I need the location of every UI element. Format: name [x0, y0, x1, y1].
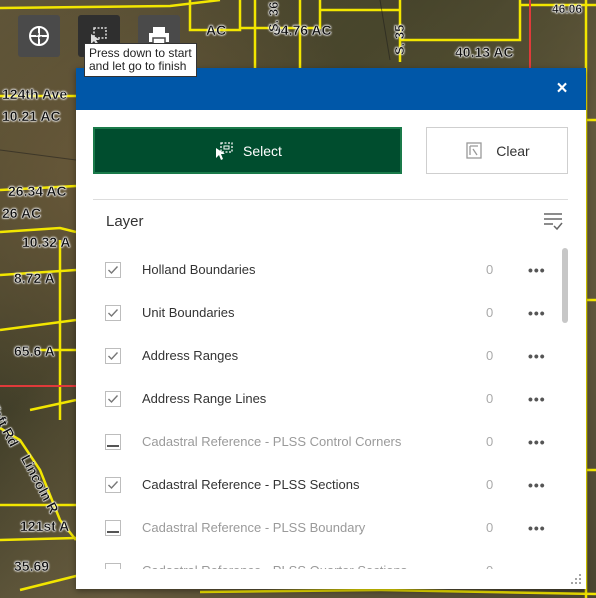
checkbox-checked[interactable]	[105, 304, 121, 321]
layer-row[interactable]: Address Range Lines 0 •••	[93, 377, 558, 420]
layer-selection-count: 0	[486, 520, 494, 535]
map-label-acreage: 26 AC	[2, 205, 42, 221]
checkbox-checked[interactable]	[105, 476, 121, 493]
checkbox-checked[interactable]	[105, 390, 121, 407]
layer-name: Cadastral Reference - PLSS Sections	[142, 477, 360, 492]
select-button-label: Select	[243, 142, 282, 159]
map-label-acreage: 10.32 A	[22, 234, 71, 250]
checkbox-unchecked[interactable]	[105, 519, 121, 536]
layer-selection-count: 0	[486, 391, 494, 406]
map-label-street: 124th Ave	[2, 86, 68, 102]
layers-icon	[29, 26, 49, 46]
layer-list: Holland Boundaries 0 ••• Unit Boundaries 0 ••…	[93, 248, 563, 569]
more-options-icon[interactable]: •••	[528, 520, 546, 536]
more-options-icon[interactable]: •••	[528, 348, 546, 364]
close-button[interactable]: ×	[552, 79, 572, 99]
checkbox-checked[interactable]	[105, 261, 121, 278]
layer-row[interactable]: Cadastral Reference - PLSS Sections 0 •••	[93, 463, 558, 506]
checkmark-icon	[108, 351, 119, 360]
layer-selection-count: 0	[486, 305, 494, 320]
layer-selection-count: 0	[486, 434, 494, 449]
checkmark-icon	[108, 480, 119, 489]
more-options-icon[interactable]: •••	[528, 477, 546, 493]
layer-list-scrollbar[interactable]	[562, 248, 568, 564]
scroll-thumb[interactable]	[562, 248, 568, 323]
layers-tool-button[interactable]	[18, 15, 60, 57]
layer-name: Cadastral Reference - PLSS Control Corne…	[142, 434, 402, 449]
select-panel: × Select Clear Layer Holland Boundaries 0…	[76, 68, 586, 589]
more-options-icon[interactable]: •••	[528, 434, 546, 450]
layer-name: Holland Boundaries	[142, 262, 256, 277]
more-options-icon[interactable]: •••	[528, 563, 546, 570]
map-label-acreage: 35.69	[14, 558, 50, 574]
select-rectangle-icon	[216, 141, 233, 160]
checkmark-icon	[108, 265, 119, 274]
map-label-acreage: 40.13 AC	[455, 44, 514, 60]
layer-row[interactable]: Holland Boundaries 0 •••	[93, 248, 558, 291]
map-label-acreage: AC	[206, 22, 227, 38]
select-tool-tooltip: Press down to start and let go to finish	[84, 43, 197, 77]
map-label-acreage: 65.6 A	[14, 343, 55, 359]
empty-checkbox-icon	[107, 444, 119, 447]
map-label-street: 121st A	[20, 518, 70, 534]
map-label-street: S. 35	[392, 24, 407, 55]
layer-selection-count: 0	[486, 262, 494, 277]
layer-row[interactable]: Cadastral Reference - PLSS Control Corne…	[93, 420, 558, 463]
layer-row[interactable]: Address Ranges 0 •••	[93, 334, 558, 377]
map-label-acreage: 10.21 AC	[2, 108, 61, 124]
close-icon: ×	[556, 78, 568, 99]
checkbox-checked[interactable]	[105, 347, 121, 364]
layer-selection-count: 0	[486, 348, 494, 363]
more-options-icon[interactable]: •••	[528, 305, 546, 321]
clear-button-label: Clear	[496, 142, 530, 159]
empty-checkbox-icon	[106, 564, 120, 570]
layer-name: Address Ranges	[142, 348, 239, 363]
layer-selection-count: 0	[486, 477, 494, 492]
layer-selection-count: 0	[486, 563, 493, 569]
clear-selection-icon	[466, 141, 482, 159]
filter-list-icon[interactable]	[542, 211, 564, 231]
map-label-acreage: 26.34 AC	[8, 183, 67, 199]
resize-handle-icon[interactable]	[570, 573, 582, 585]
layer-row[interactable]: Cadastral Reference - PLSS Boundary 0 •••	[93, 506, 558, 549]
divider	[93, 199, 568, 200]
map-label-acreage: 8.72 A	[14, 270, 55, 286]
layer-row[interactable]: Unit Boundaries 0 •••	[93, 291, 558, 334]
layer-name: Cadastral Reference - PLSS Boundary	[142, 520, 366, 535]
map-label-street: S. 36	[266, 1, 281, 32]
empty-checkbox-icon	[107, 530, 119, 533]
layer-name: Cadastral Reference - PLSS Quarter Secti…	[142, 563, 407, 569]
layer-name: Unit Boundaries	[142, 305, 235, 320]
layer-row[interactable]: Cadastral Reference - PLSS Quarter Secti…	[93, 549, 558, 569]
map-label-acreage: 94.76 AC	[273, 22, 332, 38]
more-options-icon[interactable]: •••	[528, 262, 546, 278]
checkbox-unchecked[interactable]	[105, 562, 121, 570]
checkbox-unchecked[interactable]	[105, 433, 121, 450]
map-label-acreage: 46.06	[552, 2, 583, 16]
checkmark-icon	[108, 394, 119, 403]
more-options-icon[interactable]: •••	[528, 391, 546, 407]
layer-name: Address Range Lines	[142, 391, 267, 406]
checkmark-icon	[108, 308, 119, 317]
layer-column-header: Layer	[106, 213, 144, 230]
select-button[interactable]: Select	[93, 127, 402, 174]
clear-button[interactable]: Clear	[426, 127, 568, 174]
